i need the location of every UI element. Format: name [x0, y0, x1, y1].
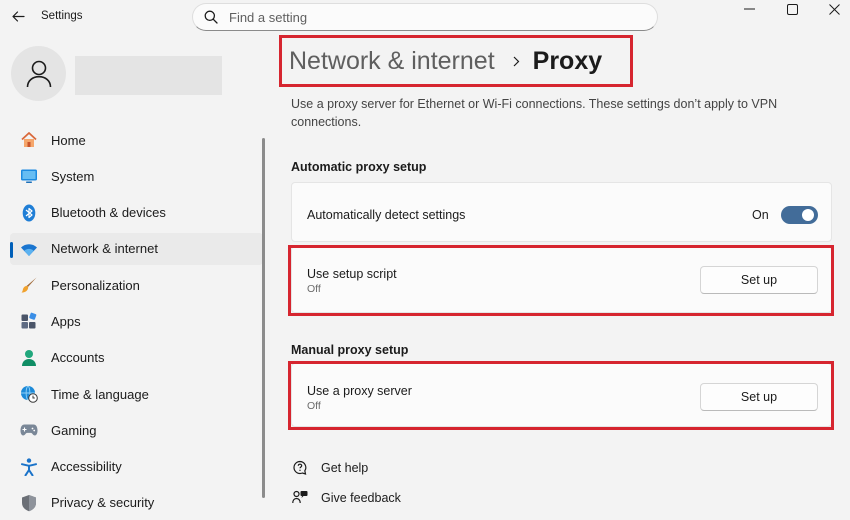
toggle-knob: [802, 209, 814, 221]
minimize-button[interactable]: [727, 0, 771, 18]
sidebar-item-label: Gaming: [51, 422, 97, 438]
gamepad-icon: [20, 421, 38, 439]
sidebar-item-label: Accessibility: [51, 459, 122, 475]
sidebar-item-apps[interactable]: Apps: [10, 305, 263, 337]
sidebar-item-time-language[interactable]: Time & language: [10, 378, 263, 410]
sidebar-item-label: System: [51, 168, 95, 184]
page-description: Use a proxy server for Ethernet or Wi-Fi…: [291, 97, 778, 129]
get-help-link[interactable]: Get help: [291, 458, 368, 478]
apps-icon: [20, 312, 38, 330]
highlight-frame-setup-script: [288, 245, 834, 316]
sidebar-item-accessibility[interactable]: Accessibility: [10, 451, 263, 483]
give-feedback-link[interactable]: Give feedback: [291, 488, 401, 508]
sidebar-item-label: Network & internet: [51, 241, 158, 257]
search-icon: [203, 9, 219, 25]
search-input[interactable]: [229, 9, 629, 25]
globe-clock-icon: [20, 385, 38, 403]
sidebar-scrollbar[interactable]: [262, 138, 265, 498]
app-title: Settings: [41, 10, 83, 22]
user-icon: [26, 60, 51, 87]
highlight-frame-proxy-server: [288, 361, 834, 430]
auto-detect-toggle[interactable]: [781, 206, 818, 224]
setting-card-auto-detect: Automatically detect settings On: [291, 182, 832, 242]
search-box[interactable]: [192, 3, 658, 31]
sidebar-item-accounts[interactable]: Accounts: [10, 342, 263, 374]
sidebar-nav: Home System Bluetooth & devices Network …: [10, 124, 263, 520]
back-arrow-icon: [11, 10, 25, 22]
user-name-placeholder: [75, 56, 222, 95]
sidebar-item-label: Personalization: [51, 277, 140, 293]
sidebar-item-bluetooth[interactable]: Bluetooth & devices: [10, 197, 263, 229]
avatar[interactable]: [11, 46, 66, 101]
sidebar-item-label: Apps: [51, 313, 81, 329]
give-feedback-label: Give feedback: [321, 491, 401, 505]
system-icon: [20, 167, 38, 185]
wifi-icon: [20, 240, 38, 258]
accessibility-icon: [20, 458, 38, 476]
sidebar-item-label: Bluetooth & devices: [51, 205, 166, 221]
toggle-state-text: On: [752, 208, 769, 222]
sidebar-item-label: Time & language: [51, 386, 149, 402]
sidebar-item-privacy-security[interactable]: Privacy & security: [10, 487, 263, 519]
maximize-button[interactable]: [770, 0, 814, 18]
page-title: Proxy: [532, 46, 603, 75]
sidebar-item-personalization[interactable]: Personalization: [10, 269, 263, 301]
home-icon: [20, 131, 38, 149]
sidebar-item-gaming[interactable]: Gaming: [10, 414, 263, 446]
setting-label: Automatically detect settings: [307, 208, 466, 222]
bluetooth-icon: [20, 204, 38, 222]
sidebar-item-home[interactable]: Home: [10, 124, 263, 156]
back-button[interactable]: [6, 4, 30, 28]
close-button[interactable]: [812, 0, 850, 18]
brush-icon: [20, 276, 38, 294]
accounts-icon: [20, 349, 38, 367]
sidebar-item-system[interactable]: System: [10, 160, 263, 192]
minimize-icon: [743, 8, 755, 10]
section-title-manual: Manual proxy setup: [291, 343, 409, 357]
feedback-icon: [291, 489, 309, 507]
sidebar-item-network[interactable]: Network & internet: [10, 232, 263, 265]
sidebar-item-label: Home: [51, 132, 86, 148]
shield-icon: [20, 494, 38, 512]
maximize-icon: [786, 3, 798, 15]
get-help-label: Get help: [321, 461, 369, 475]
breadcrumb-parent[interactable]: Network & internet: [289, 47, 495, 76]
breadcrumb: Network & internet Proxy: [279, 35, 633, 87]
chevron-right-icon: [513, 56, 520, 67]
help-icon: [291, 459, 309, 477]
section-title-automatic: Automatic proxy setup: [291, 160, 427, 174]
sidebar-item-label: Privacy & security: [51, 495, 155, 511]
close-icon: [828, 3, 840, 15]
sidebar-item-label: Accounts: [51, 350, 105, 366]
